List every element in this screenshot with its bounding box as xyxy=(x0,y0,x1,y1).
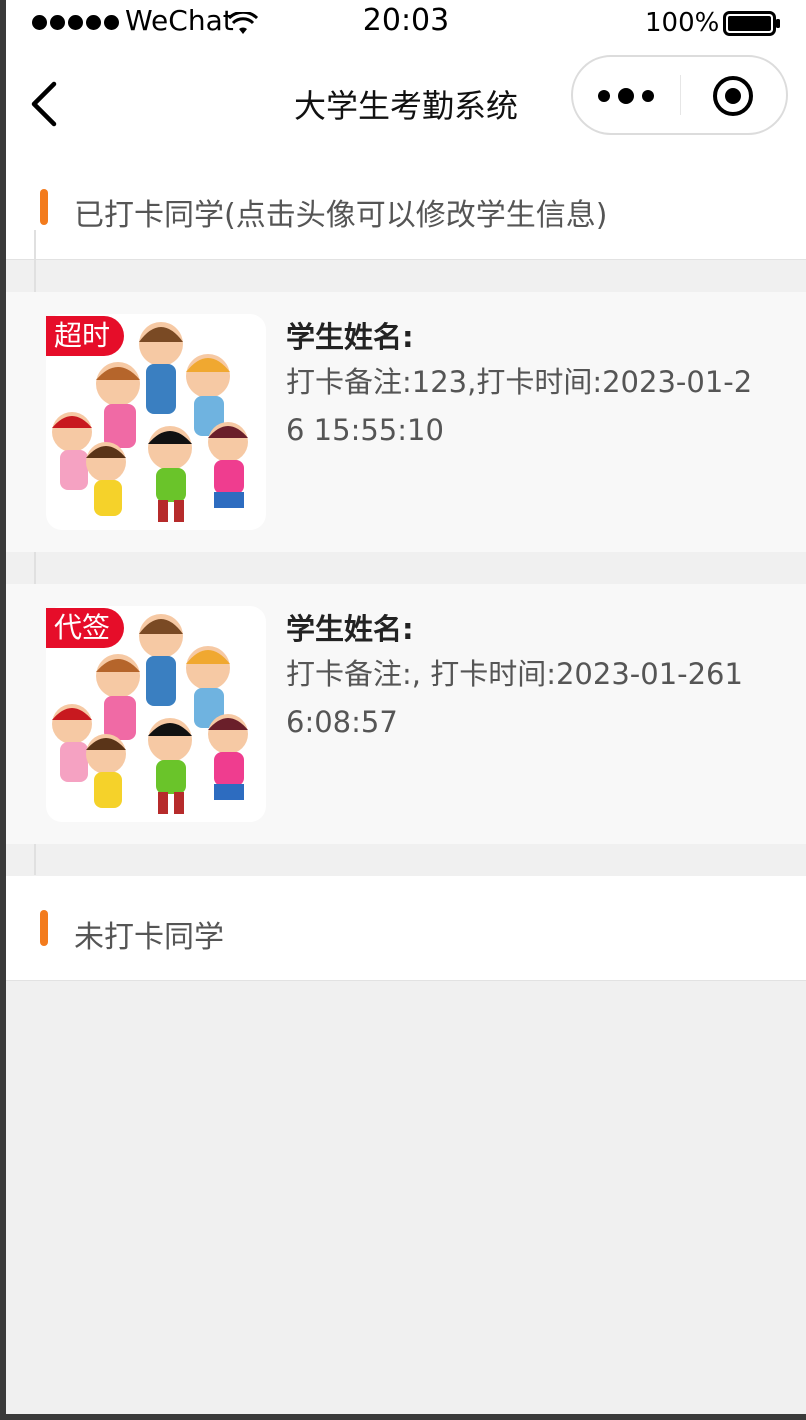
student-card: 超时 学生姓名: 打卡备注:123,打卡时间:2023-01-26 15:55:… xyxy=(6,292,806,552)
capsule-divider xyxy=(680,75,681,115)
section-accent-bar xyxy=(40,189,48,225)
app-screen: WeChat 20:03 100% 大学生考勤系统 已打卡同学(点击头像可以修改… xyxy=(6,0,806,1414)
student-name-label: 学生姓名: xyxy=(286,320,414,354)
not-checked-in-title: 未打卡同学 xyxy=(74,920,224,955)
checked-in-header: 已打卡同学(点击头像可以修改学生信息) xyxy=(6,160,806,260)
battery-percent: 100% xyxy=(645,8,720,38)
not-checked-in-header: 未打卡同学 xyxy=(6,876,806,981)
student-name-label: 学生姓名: xyxy=(286,612,414,646)
status-bar: WeChat 20:03 100% xyxy=(6,0,806,48)
section-accent-bar xyxy=(40,910,48,946)
target-circle-icon[interactable] xyxy=(711,74,755,118)
student-card: 代签 学生姓名: 打卡备注:, 打卡时间:2023-01-2616:08:57 xyxy=(6,584,806,844)
checked-in-title: 已打卡同学(点击头像可以修改学生信息) xyxy=(74,198,608,233)
status-badge: 代签 xyxy=(46,608,125,648)
check-in-info: 打卡备注:123,打卡时间:2023-01-26 15:55:10 xyxy=(286,365,753,447)
mini-program-capsule xyxy=(571,55,788,135)
check-in-info: 打卡备注:, 打卡时间:2023-01-2616:08:57 xyxy=(286,657,743,739)
battery-icon xyxy=(723,11,780,36)
status-badge: 超时 xyxy=(46,316,125,356)
nav-bar: 大学生考勤系统 xyxy=(6,48,806,160)
more-dots-icon[interactable] xyxy=(597,84,655,108)
